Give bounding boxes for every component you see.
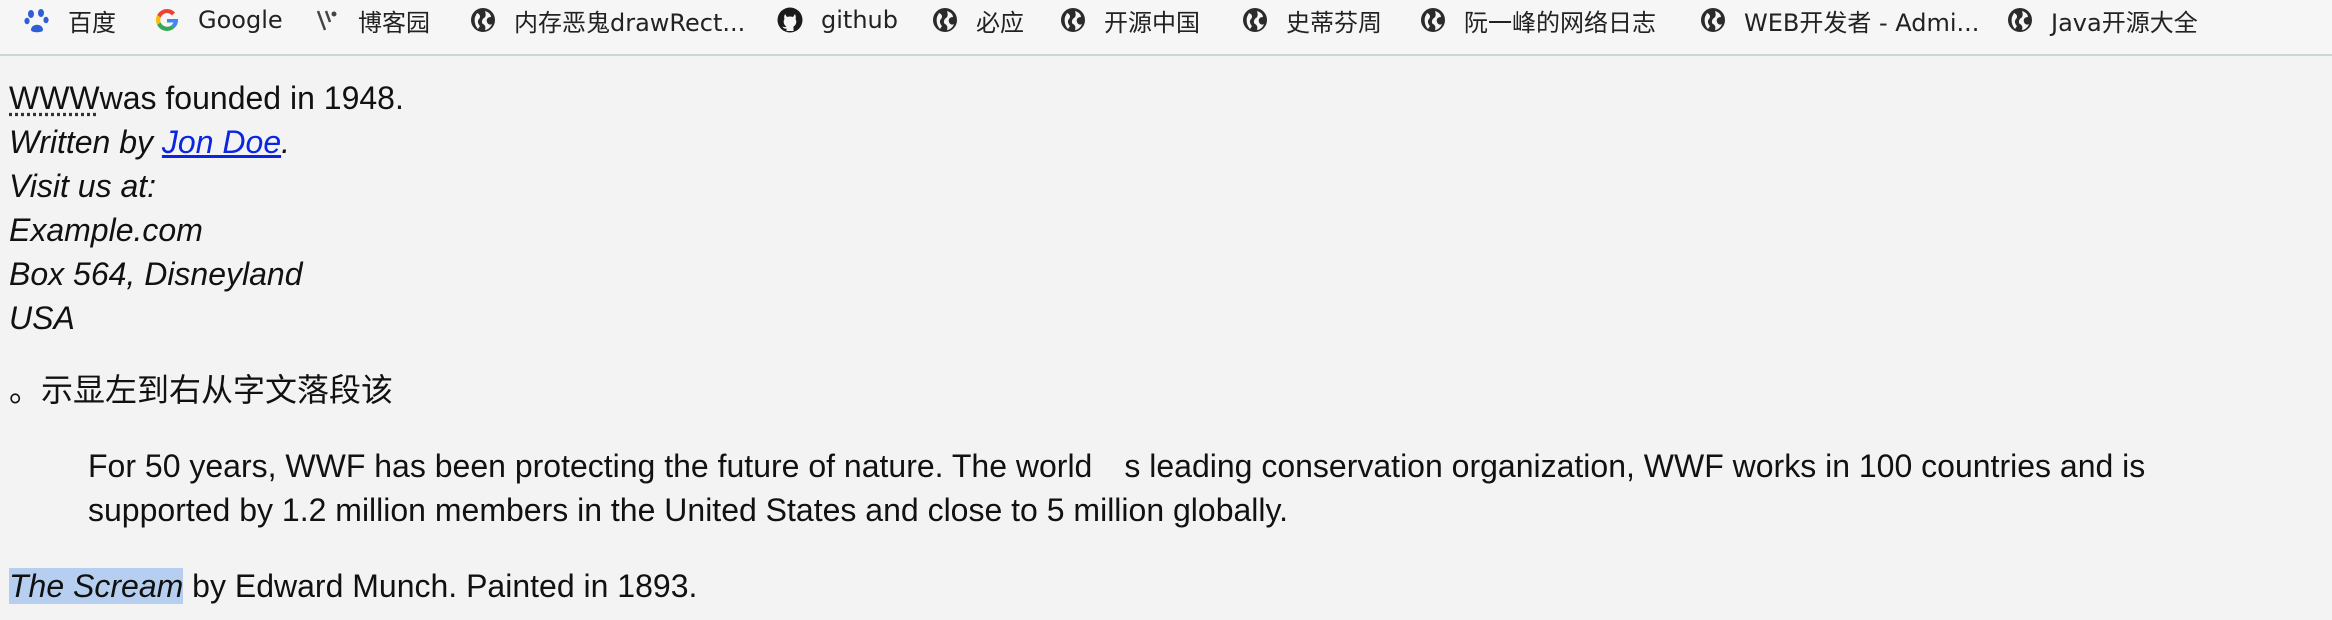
bookmark-label: github xyxy=(821,6,898,34)
bookmark-label: 开源中国 xyxy=(1104,8,1200,37)
bookmark-cnblogs[interactable]: 博客园 xyxy=(312,0,430,40)
scream-caption: The Scream by Edward Munch. Painted in 1… xyxy=(9,564,697,608)
page-content: WWWwas founded in 1948. Written by Jon D… xyxy=(0,56,2332,620)
bookmark-oschina[interactable]: 开源中国 xyxy=(1058,0,1200,40)
written-by-line: Written by Jon Doe. xyxy=(9,120,290,164)
bookmark-label: Google xyxy=(198,6,283,34)
github-octocat-icon xyxy=(775,5,805,35)
bookmark-drawrect[interactable]: 内存恶鬼drawRect... xyxy=(468,0,745,40)
www-abbreviation[interactable]: WWW xyxy=(9,80,100,116)
bookmark-github[interactable]: github xyxy=(775,0,898,40)
globe-icon xyxy=(1240,5,1270,35)
written-by-suffix: . xyxy=(281,124,290,160)
bookmark-bing[interactable]: 必应 xyxy=(930,0,1024,40)
bookmark-label: 内存恶鬼drawRect... xyxy=(514,8,746,37)
bookmark-stephen-chow[interactable]: 史蒂芬周 xyxy=(1240,0,1382,40)
visit-us-label: Visit us at: xyxy=(9,168,157,204)
bookmark-ruanyifeng[interactable]: 阮一峰的网络日志 xyxy=(1418,0,1656,40)
written-by-prefix: Written by xyxy=(9,124,162,160)
founded-line: WWWwas founded in 1948. xyxy=(9,76,404,120)
bookmark-baidu[interactable]: 百度 xyxy=(22,0,116,40)
baidu-paw-icon xyxy=(22,5,52,35)
bookmarks-bar: 百度 Google 博客园 内存恶鬼drawRect... github 必应 … xyxy=(0,0,2332,56)
bookmark-label: 史蒂芬周 xyxy=(1286,8,1382,37)
bookmark-label: WEB开发者 - Admi... xyxy=(1744,8,1980,37)
bookmark-label: 必应 xyxy=(976,8,1024,37)
bookmark-web-developer[interactable]: WEB开发者 - Admi... xyxy=(1698,0,1979,40)
bookmark-label: Java开源大全 xyxy=(2051,8,2198,37)
globe-icon xyxy=(1418,5,1448,35)
globe-icon xyxy=(930,5,960,35)
wwf-blockquote: For 50 years, WWF has been protecting th… xyxy=(88,448,2146,528)
globe-icon xyxy=(2005,5,2035,35)
address-line-3: USA xyxy=(9,300,75,336)
globe-icon xyxy=(1698,5,1728,35)
globe-icon xyxy=(1058,5,1088,35)
bookmark-google[interactable]: Google xyxy=(152,0,283,40)
bookmark-java-open-source[interactable]: Java开源大全 xyxy=(2005,0,2198,40)
bookmark-label: 阮一峰的网络日志 xyxy=(1464,8,1656,37)
bookmark-label: 百度 xyxy=(68,8,116,37)
bookmark-label: 博客园 xyxy=(358,8,430,37)
rtl-paragraph: 。示显左到右从字文落段该 xyxy=(9,371,394,409)
artwork-caption-text: by Edward Munch. Painted in 1893. xyxy=(183,568,698,604)
address-line-2: Box 564, Disneyland xyxy=(9,256,303,292)
founded-text: was founded in 1948. xyxy=(99,80,404,116)
cnblogs-icon xyxy=(312,5,342,35)
selected-artwork-title: The Scream xyxy=(9,568,184,604)
google-g-icon xyxy=(152,5,182,35)
globe-icon xyxy=(468,5,498,35)
author-link[interactable]: Jon Doe xyxy=(162,124,281,160)
address-line-1: Example.com xyxy=(9,212,203,248)
